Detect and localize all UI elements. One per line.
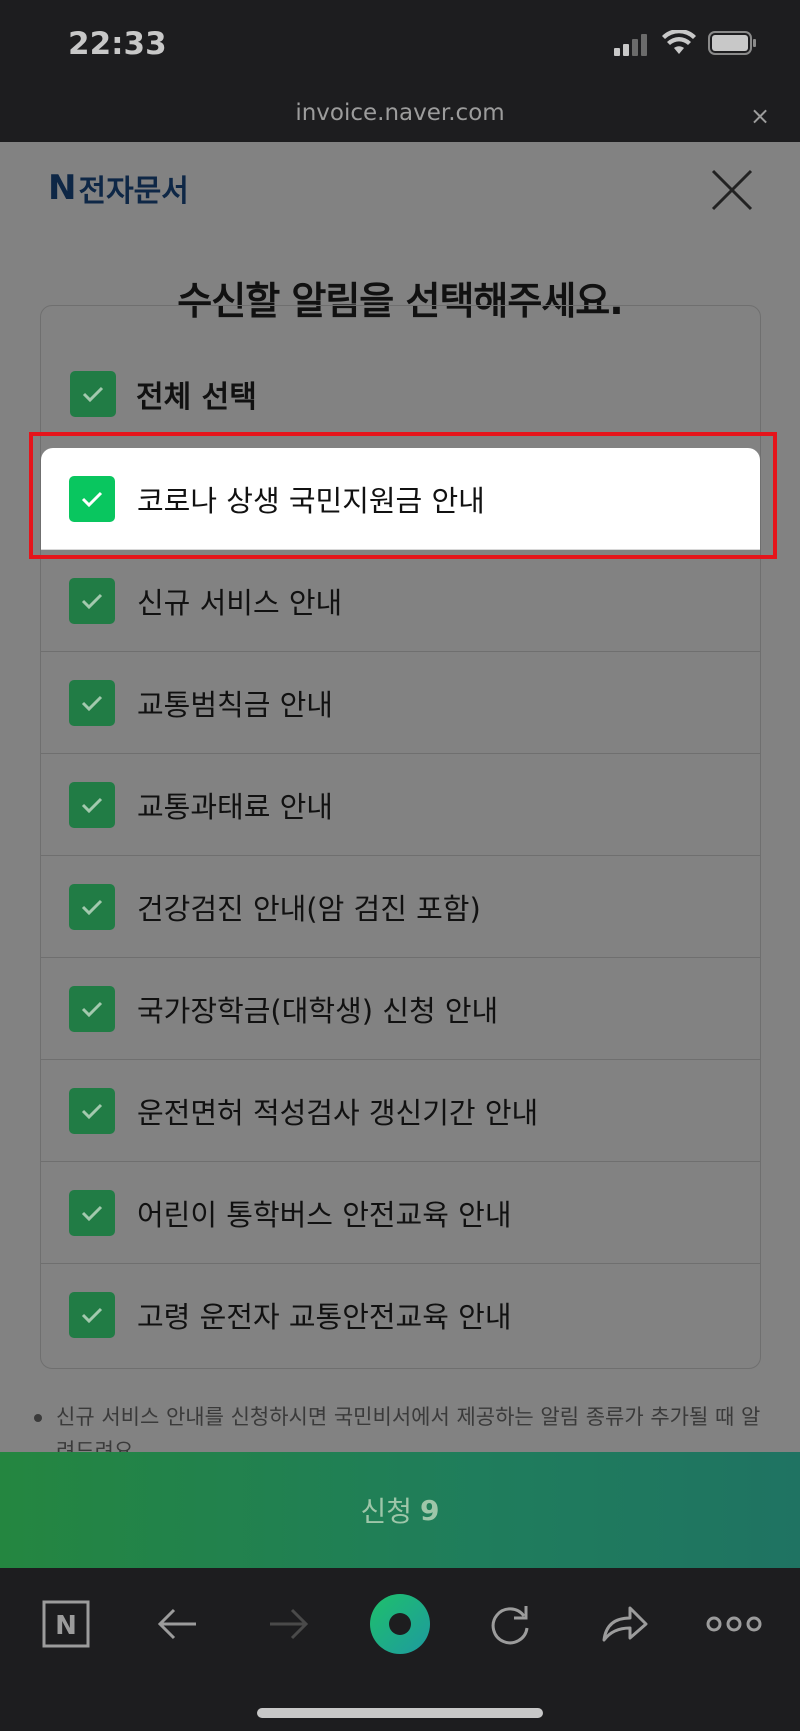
list-item[interactable]: 어린이 통학버스 안전교육 안내 (41, 1162, 760, 1264)
status-bar: 22:33 (0, 0, 800, 92)
apply-label: 신청 (360, 1495, 413, 1528)
brand-logo: N 전자문서 (48, 168, 189, 209)
list-item[interactable]: 운전면허 적성검사 갱신기간 안내 (41, 1060, 760, 1162)
item-checkbox[interactable] (69, 1189, 115, 1236)
home-letter: N (55, 1611, 77, 1641)
check-icon (81, 1001, 103, 1017)
highlight-box (29, 432, 777, 559)
item-checkbox[interactable] (69, 1292, 115, 1338)
list-item[interactable]: 신규 서비스 안내 (41, 550, 760, 652)
more-icon[interactable] (704, 1594, 764, 1654)
item-label: 어린이 통학버스 안전교육 안내 (137, 1197, 512, 1232)
close-icon[interactable]: × (750, 102, 770, 130)
item-label: 교통과태료 안내 (137, 789, 333, 824)
share-icon[interactable] (594, 1594, 654, 1654)
url-bar: invoice.naver.com × (0, 92, 800, 142)
home-indicator[interactable] (257, 1708, 543, 1718)
apply-count: 9 (420, 1493, 440, 1527)
check-icon (81, 695, 103, 711)
note-bullet (34, 1414, 42, 1422)
item-label: 고령 운전자 교통안전교육 안내 (137, 1300, 512, 1334)
check-icon (81, 899, 103, 915)
item-label: 운전면허 적성검사 갱신기간 안내 (137, 1095, 539, 1130)
service-note: 신규 서비스 안내를 신청하시면 국민비서에서 제공하는 알림 종류가 추가될 … (34, 1400, 774, 1452)
list-item[interactable]: 고령 운전자 교통안전교육 안내 (41, 1264, 760, 1366)
item-label: 신규 서비스 안내 (137, 585, 343, 620)
item-checkbox[interactable] (69, 883, 115, 930)
forward-arrow-icon (270, 1608, 309, 1640)
item-label: 건강검진 안내(암 검진 포함) (137, 891, 481, 926)
list-item[interactable]: 교통과태료 안내 (41, 754, 760, 856)
item-checkbox[interactable] (69, 781, 115, 828)
note-text: 신규 서비스 안내를 신청하시면 국민비서에서 제공하는 알림 종류가 추가될 … (56, 1405, 761, 1452)
reload-icon[interactable] (480, 1594, 540, 1654)
list-item[interactable]: 건강검진 안내(암 검진 포함) (41, 856, 760, 958)
signal-icon (614, 34, 650, 56)
check-icon (81, 1307, 103, 1324)
naver-home-icon[interactable]: N (36, 1594, 96, 1654)
check-icon (81, 797, 103, 813)
item-label: 교통범칙금 안내 (137, 687, 333, 722)
browser-toolbar: N (0, 1568, 800, 1731)
wifi-icon (662, 30, 696, 54)
item-checkbox[interactable] (69, 1087, 115, 1134)
item-checkbox[interactable] (69, 679, 115, 726)
close-icon[interactable] (710, 168, 754, 212)
check-icon (81, 1205, 103, 1221)
url-text[interactable]: invoice.naver.com (0, 100, 800, 126)
item-label: 국가장학금(대학생) 신청 안내 (137, 993, 499, 1028)
list-item[interactable]: 교통범칙금 안내 (41, 652, 760, 754)
naver-logo-letter: N (48, 168, 77, 208)
battery-icon (708, 31, 756, 55)
back-arrow-icon[interactable] (148, 1594, 208, 1654)
check-icon (81, 1103, 103, 1119)
item-checkbox[interactable] (69, 985, 115, 1032)
apply-button[interactable]: 신청 9 (0, 1452, 800, 1568)
list-item[interactable]: 국가장학금(대학생) 신청 안내 (41, 958, 760, 1060)
check-icon (81, 593, 103, 609)
status-time: 22:33 (68, 26, 167, 62)
brand-name: 전자문서 (78, 174, 189, 209)
naver-green-dot-icon[interactable] (366, 1590, 434, 1658)
item-checkbox[interactable] (69, 577, 115, 624)
